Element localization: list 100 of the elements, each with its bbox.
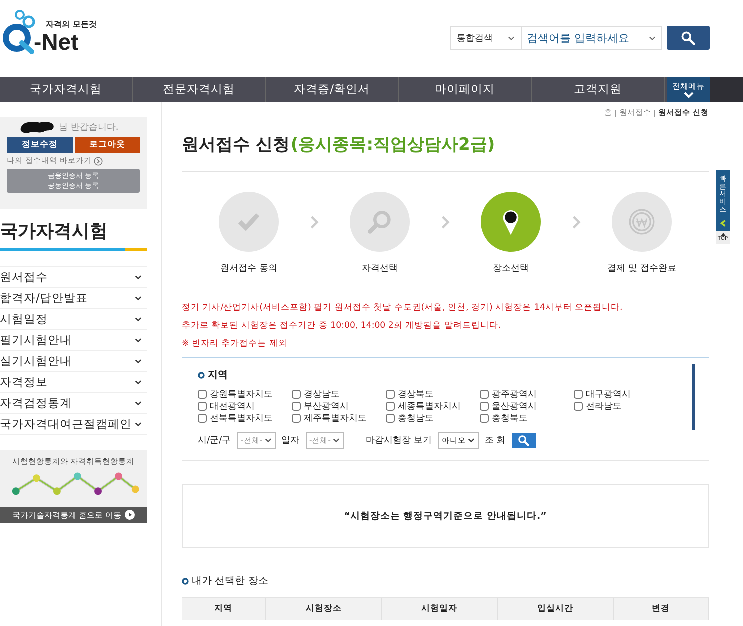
checkbox-label: 경상남도 xyxy=(304,388,340,400)
checkbox-label: 경상북도 xyxy=(398,388,434,400)
caret-icon xyxy=(649,36,656,41)
sidebar-item[interactable]: 합격자/답안발표 xyxy=(0,288,147,309)
sidebar-item[interactable]: 실기시험안내 xyxy=(0,351,147,372)
region-checkbox[interactable] xyxy=(292,402,301,410)
caret-icon xyxy=(135,422,142,426)
checkbox-label: 광주광역시 xyxy=(492,388,537,400)
bullet-icon xyxy=(182,578,189,584)
sidebar-item[interactable]: 자격검정통계 xyxy=(0,393,147,414)
page-subtitle: (응시종목:직업상담사2급) xyxy=(290,134,496,156)
play-circle-icon xyxy=(124,510,135,520)
column-header: 시험장소 xyxy=(266,598,382,620)
filter-label: 일자 xyxy=(282,435,300,447)
region-checkbox[interactable] xyxy=(480,402,489,410)
checkbox-label: 부산광역시 xyxy=(304,400,349,412)
sidebar-item[interactable]: 원서접수 xyxy=(0,267,147,288)
caret-icon xyxy=(684,92,694,98)
caret-icon xyxy=(135,358,142,364)
query-label: 조 회 xyxy=(484,435,506,447)
logo-tagline: 자격의 모든것 xyxy=(46,19,97,30)
caret-icon xyxy=(135,400,142,406)
search-scope-select[interactable]: 통합검색 xyxy=(450,26,522,50)
chevron-icon xyxy=(441,216,450,229)
all-menu-button[interactable]: 전체메뉴 xyxy=(667,77,710,102)
column-header: 변경 xyxy=(614,598,709,620)
caret-icon xyxy=(135,338,142,342)
checkbox-label: 대구광역시 xyxy=(586,388,631,400)
notice-text: 정기 기사/산업기사(서비스포함) 필기 원서접수 첫날 수도권(서울, 인천, 경기) 시험장은 14시부터 오픈됩니다. xyxy=(182,302,624,315)
checkbox-label: 제주특별자치도 xyxy=(304,412,367,424)
search-icon xyxy=(518,434,530,446)
column-header: 지역 xyxy=(182,598,266,620)
caret-icon xyxy=(720,233,726,236)
location-pin-icon xyxy=(502,208,520,236)
magnifier-icon xyxy=(367,209,393,235)
checkbox-label: 전라남도 xyxy=(586,400,622,412)
caret-icon xyxy=(508,36,515,40)
region-checkbox[interactable] xyxy=(198,402,207,410)
step-label: 자격선택 xyxy=(362,263,398,275)
search-field[interactable]: 검색어를 입력하세요 xyxy=(522,26,662,50)
region-checkbox[interactable] xyxy=(198,390,207,398)
caret-icon xyxy=(264,438,272,443)
checkbox-label: 울산광역시 xyxy=(492,400,537,412)
notice-text: 추가로 확보된 시험장은 접수기간 중 10:00, 14:00 2회 개방됨을 알려드립니다. xyxy=(182,320,502,333)
edit-info-button[interactable]: 정보수정 xyxy=(7,137,72,153)
caret-icon xyxy=(135,380,142,384)
bullet-icon xyxy=(198,372,205,378)
won-coin-icon xyxy=(629,209,655,235)
nav-tab[interactable]: 자격증/확인서 xyxy=(266,77,399,102)
info-message: “시험장소는 행정구역기준으로 안내됩니다.” xyxy=(344,510,547,522)
caret-icon xyxy=(332,438,340,443)
column-header: 시험일자 xyxy=(382,598,498,620)
checkbox-label: 세종특별자치시 xyxy=(398,400,461,412)
region-heading: 지역 xyxy=(208,369,228,382)
region-checkbox[interactable] xyxy=(574,390,583,398)
checkbox-label: 강원특별자치도 xyxy=(210,388,273,400)
search-icon xyxy=(681,30,696,46)
redaction-mark xyxy=(19,121,57,134)
region-checkbox[interactable] xyxy=(292,414,301,422)
caret-icon xyxy=(135,274,142,280)
logo-text: -Net xyxy=(34,30,80,54)
notice-text: ※ 빈자리 추가접수는 제외 xyxy=(182,338,288,351)
checkbox-label: 전북특별자치도 xyxy=(210,412,273,424)
checkbox-label: 충청남도 xyxy=(398,412,434,424)
nav-tab[interactable]: 전문자격시험 xyxy=(133,77,266,102)
arrow-circle-icon xyxy=(94,156,103,166)
caret-icon xyxy=(135,316,142,322)
region-checkbox[interactable] xyxy=(386,390,395,398)
page-title: 원서접수 신청 xyxy=(182,134,290,156)
nav-tab[interactable]: 고객지원 xyxy=(532,77,665,102)
sidebar-item[interactable]: 시험일정 xyxy=(0,309,147,330)
checkbox-label: 충청북도 xyxy=(492,412,528,424)
filter-label: 시/군/구 xyxy=(198,435,232,447)
chevron-icon xyxy=(310,216,319,229)
region-checkbox[interactable] xyxy=(386,414,395,422)
filter-label: 마감시험장 보기 xyxy=(366,435,432,447)
step-label: 원서접수 동의 xyxy=(220,263,278,275)
sidebar-item[interactable]: 필기시험안내 xyxy=(0,330,147,351)
greeting-text: 님 반갑습니다. xyxy=(59,122,119,134)
search-button[interactable] xyxy=(667,26,710,50)
sidebar-item[interactable]: 자격정보 xyxy=(0,372,147,393)
step-label: 결제 및 접수완료 xyxy=(608,263,676,275)
chevron-icon xyxy=(572,216,581,229)
region-checkbox[interactable] xyxy=(480,390,489,398)
region-checkbox[interactable] xyxy=(386,402,395,410)
logout-button[interactable]: 로그아웃 xyxy=(74,137,140,153)
search-button[interactable] xyxy=(512,433,536,448)
region-checkbox[interactable] xyxy=(480,414,489,422)
sidebar-item[interactable]: 국가자격대여근절캠페인 xyxy=(0,414,147,435)
region-checkbox[interactable] xyxy=(198,414,207,422)
nav-tab[interactable]: 마이페이지 xyxy=(399,77,532,102)
nav-tab[interactable]: 국가자격시험 xyxy=(0,77,133,102)
checkbox-label: 대전광역시 xyxy=(210,400,255,412)
sidebar-title: 국가자격시험 xyxy=(0,220,109,244)
region-checkbox[interactable] xyxy=(292,390,301,398)
caret-icon xyxy=(135,296,142,300)
section-heading: 내가 선택한 장소 xyxy=(192,575,268,588)
chevron-left-icon[interactable] xyxy=(720,220,726,228)
step-label: 장소선택 xyxy=(493,263,529,275)
region-checkbox[interactable] xyxy=(574,402,583,410)
